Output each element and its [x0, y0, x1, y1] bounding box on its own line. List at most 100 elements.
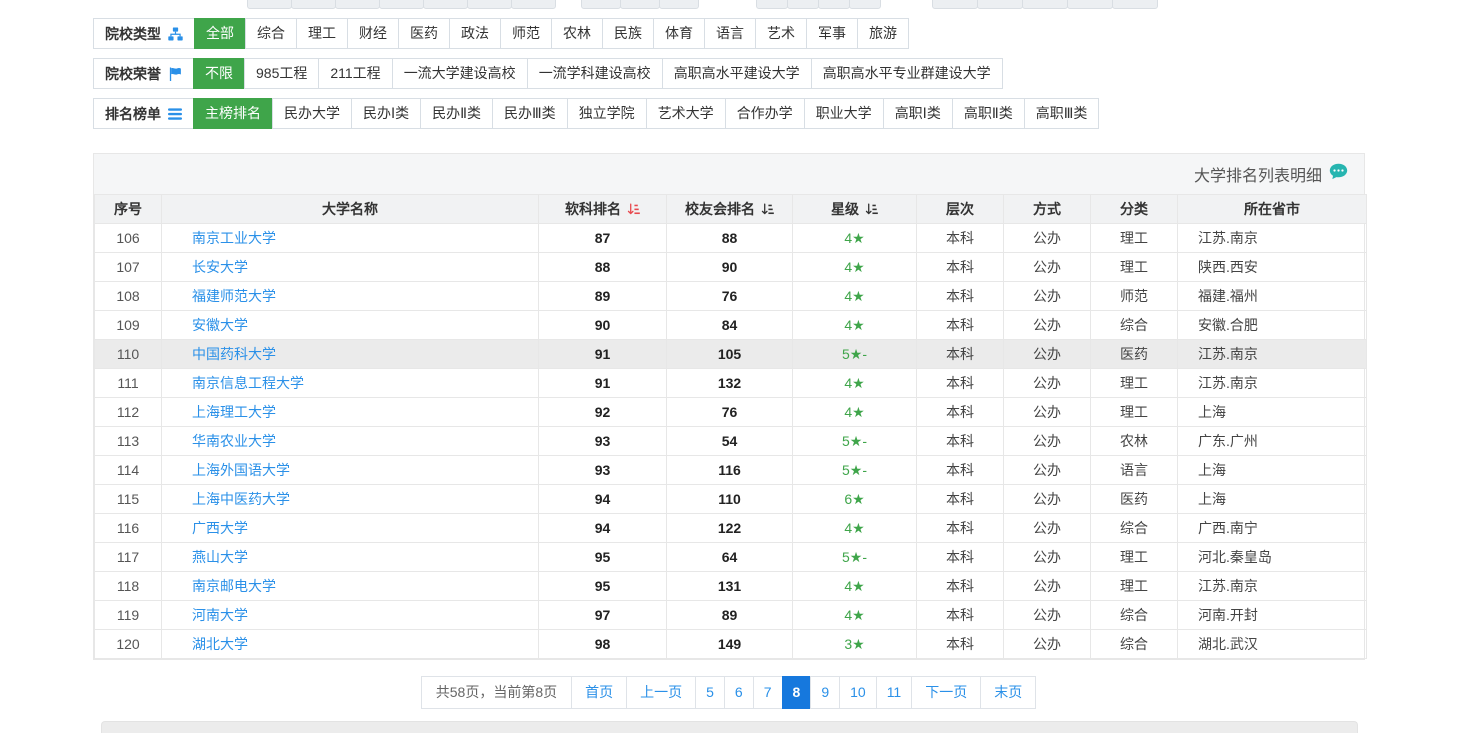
filter-option[interactable]: 医药	[398, 18, 450, 49]
university-link[interactable]: 广西大学	[192, 520, 248, 536]
cell-name: 燕山大学	[161, 542, 539, 572]
pagination-button[interactable]: 9	[810, 676, 841, 709]
filter-section: 院校类型 全部 综合 理工 财经 医药 政法 师范 农林 民族 体育 语言 艺术 军事 旅游 院校荣誉 不限 98…	[93, 18, 1365, 129]
filter-option[interactable]: 民办Ⅰ类	[351, 98, 422, 129]
filter-option[interactable]: 高职Ⅰ类	[882, 98, 953, 129]
filter-option[interactable]: 全部	[194, 18, 246, 49]
cutoff-filter-button[interactable]	[291, 0, 336, 9]
filter-option[interactable]: 主榜排名	[193, 98, 273, 129]
filter-option[interactable]: 军事	[806, 18, 858, 49]
cell-alumni_rank: 131	[666, 571, 793, 601]
filter-option[interactable]: 不限	[193, 58, 245, 89]
filter-option[interactable]: 职业大学	[803, 98, 884, 129]
filter-option[interactable]: 民办Ⅱ类	[420, 98, 494, 129]
cutoff-filter-button[interactable]	[849, 0, 881, 9]
filter-option[interactable]: 一流学科建设高校	[526, 58, 663, 89]
filter-option[interactable]: 艺术	[755, 18, 807, 49]
filter-option[interactable]: 理工	[296, 18, 348, 49]
university-link[interactable]: 福建师范大学	[192, 288, 276, 304]
column-header[interactable]: 星级	[792, 194, 917, 224]
university-link[interactable]: 长安大学	[192, 259, 248, 275]
pagination-current-page[interactable]: 8	[781, 676, 812, 709]
filter-option[interactable]: 农林	[551, 18, 603, 49]
cutoff-filter-button[interactable]	[818, 0, 850, 9]
cutoff-filter-button[interactable]	[977, 0, 1023, 9]
filter-option[interactable]: 艺术大学	[645, 98, 726, 129]
cutoff-filter-button[interactable]	[659, 0, 699, 9]
university-link[interactable]: 华南农业大学	[192, 433, 276, 449]
filter-option[interactable]: 一流大学建设高校	[391, 58, 528, 89]
filter-option[interactable]: 211工程	[318, 58, 393, 89]
filter-group-label-text: 院校荣誉	[105, 65, 161, 82]
column-header: 序号	[94, 194, 162, 224]
filter-option[interactable]: 财经	[347, 18, 399, 49]
filter-option[interactable]: 语言	[704, 18, 756, 49]
cutoff-filter-button[interactable]	[247, 0, 292, 9]
filter-option[interactable]: 高职Ⅲ类	[1023, 98, 1100, 129]
pagination-button[interactable]: 7	[752, 676, 783, 709]
cell-province: 江苏.南京	[1177, 339, 1367, 369]
cutoff-filter-button[interactable]	[620, 0, 660, 9]
filter-option[interactable]: 民族	[602, 18, 654, 49]
filter-option[interactable]: 综合	[245, 18, 297, 49]
university-link[interactable]: 上海理工大学	[192, 404, 276, 420]
column-header[interactable]: 软科排名	[538, 194, 667, 224]
filter-option[interactable]: 政法	[449, 18, 501, 49]
filter-option[interactable]: 旅游	[857, 18, 909, 49]
cutoff-filter-button[interactable]	[379, 0, 424, 9]
cutoff-filter-button[interactable]	[1067, 0, 1113, 9]
pagination-button[interactable]: 下一页	[911, 676, 982, 709]
cell-soft_rank: 91	[538, 368, 667, 398]
cutoff-filter-button[interactable]	[335, 0, 380, 9]
sort-icon[interactable]	[865, 202, 878, 216]
cell-name: 河南大学	[161, 600, 539, 630]
cell-soft_rank: 92	[538, 397, 667, 427]
cutoff-filter-button[interactable]	[1112, 0, 1158, 9]
filter-option[interactable]: 民办大学	[272, 98, 352, 129]
cutoff-filter-button[interactable]	[932, 0, 978, 9]
filter-option[interactable]: 师范	[500, 18, 552, 49]
cell-province: 河南.开封	[1177, 600, 1367, 630]
filter-option[interactable]: 高职高水平专业群建设大学	[810, 58, 1003, 89]
pagination-button[interactable]: 5	[695, 676, 725, 709]
university-link[interactable]: 南京信息工程大学	[192, 375, 304, 391]
cell-level: 本科	[916, 223, 1004, 253]
sort-icon[interactable]	[761, 202, 774, 216]
university-link[interactable]: 河南大学	[192, 607, 248, 623]
pagination-button[interactable]: 上一页	[626, 676, 697, 709]
cutoff-filter-button[interactable]	[511, 0, 556, 9]
cell-alumni_rank: 122	[666, 513, 793, 543]
cutoff-filter-button[interactable]	[423, 0, 468, 9]
pagination-button[interactable]: 10	[839, 676, 877, 709]
filter-option[interactable]: 高职高水平建设大学	[661, 58, 812, 89]
university-link[interactable]: 上海中医药大学	[192, 491, 290, 507]
cutoff-filter-button[interactable]	[467, 0, 512, 9]
filter-option[interactable]: 高职Ⅱ类	[951, 98, 1025, 129]
university-link[interactable]: 南京工业大学	[192, 230, 276, 246]
university-link[interactable]: 燕山大学	[192, 549, 248, 565]
cell-soft_rank: 93	[538, 455, 667, 485]
cutoff-filter-button[interactable]	[787, 0, 819, 9]
filter-option[interactable]: 体育	[653, 18, 705, 49]
cell-alumni_rank: 149	[666, 629, 793, 659]
cell-province: 上海	[1177, 455, 1367, 485]
sort-icon[interactable]	[627, 202, 640, 216]
cell-alumni_rank: 54	[666, 426, 793, 456]
university-link[interactable]: 安徽大学	[192, 317, 248, 333]
university-link[interactable]: 南京邮电大学	[192, 578, 276, 594]
filter-option[interactable]: 985工程	[244, 58, 320, 89]
filter-option[interactable]: 合作办学	[724, 98, 805, 129]
filter-option[interactable]: 民办Ⅲ类	[492, 98, 568, 129]
cutoff-filter-button[interactable]	[1022, 0, 1068, 9]
cutoff-filter-button[interactable]	[756, 0, 788, 9]
filter-option[interactable]: 独立学院	[566, 98, 647, 129]
university-link[interactable]: 中国药科大学	[192, 346, 276, 362]
column-header[interactable]: 校友会排名	[666, 194, 793, 224]
pagination-button[interactable]: 6	[723, 676, 754, 709]
pagination-button[interactable]: 11	[875, 676, 913, 709]
university-link[interactable]: 湖北大学	[192, 636, 248, 652]
pagination-button[interactable]: 末页	[980, 676, 1037, 709]
cutoff-filter-button[interactable]	[581, 0, 621, 9]
pagination-button[interactable]: 首页	[571, 676, 628, 709]
university-link[interactable]: 上海外国语大学	[192, 462, 290, 478]
